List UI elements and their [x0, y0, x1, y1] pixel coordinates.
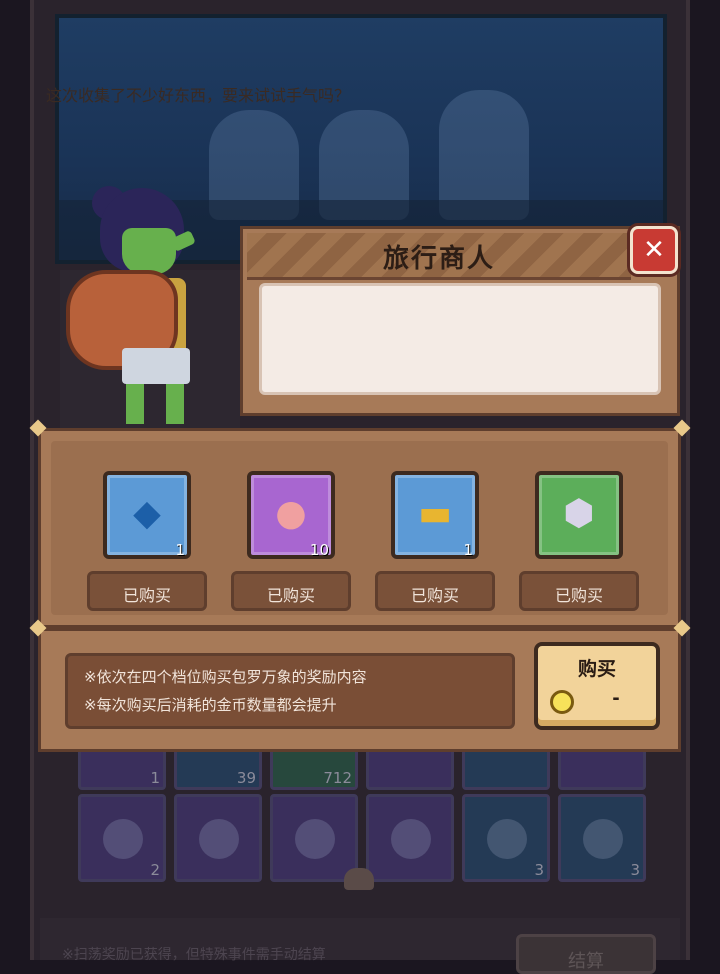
- bought-button[interactable]: 已购买: [375, 571, 495, 611]
- buy-button[interactable]: 购买 -: [534, 642, 660, 730]
- inventory-slot: 3: [558, 794, 646, 882]
- bought-label: 已购买: [266, 586, 315, 605]
- shop-panel: ◆ 1 ● 10 ▬ 1 ⬢ 已购买 已购买 已购买 已购买: [38, 428, 681, 628]
- info-line-1: ※依次在四个档位购买包罗万象的奖励内容: [84, 668, 367, 686]
- ring-icon: [295, 819, 335, 859]
- inventory-slot: [366, 752, 454, 790]
- shop-panel-inner: ◆ 1 ● 10 ▬ 1 ⬢ 已购买 已购买 已购买 已购买: [51, 441, 668, 615]
- buy-price: -: [612, 688, 620, 709]
- slot-count: 712: [323, 769, 352, 787]
- bow-icon: [487, 819, 527, 859]
- info-line-2: ※每次购买后消耗的金币数量都会提升: [84, 696, 337, 714]
- settle-button[interactable]: 结算: [516, 934, 656, 974]
- inventory-slot: 1: [78, 752, 166, 790]
- slot-count: 1: [150, 769, 160, 787]
- dialog-header: 旅行商人: [247, 233, 631, 280]
- traveling-merchant-portrait: [62, 186, 212, 428]
- inventory-slot: [366, 794, 454, 882]
- gold-bar-icon: ▬: [417, 493, 452, 534]
- scroll-indicator-icon: [344, 868, 374, 890]
- dialog-title: 旅行商人: [382, 244, 495, 274]
- merchant-leg: [166, 384, 184, 424]
- inventory-slot: [270, 794, 358, 882]
- settle-button-label: 结算: [568, 951, 604, 972]
- shop-item-gold[interactable]: ▬ 1: [391, 471, 479, 559]
- merchant-dialog: 旅行商人: [240, 226, 680, 416]
- gold-coin-icon: [550, 690, 574, 714]
- slot-count: 3: [630, 861, 640, 879]
- item-count: 10: [309, 541, 329, 559]
- item-count: 1: [463, 541, 473, 559]
- inventory-row-1: 1 39 712: [70, 752, 660, 790]
- info-text-box: ※依次在四个档位购买包罗万象的奖励内容 ※每次购买后消耗的金币数量都会提升: [65, 653, 515, 729]
- bought-label: 已购买: [554, 586, 603, 605]
- sweep-notice: ※扫荡奖励已获得，但特殊事件需手动结算: [62, 947, 326, 963]
- bought-button[interactable]: 已购买: [519, 571, 639, 611]
- inventory-slot: 712: [270, 752, 358, 790]
- close-x-icon: ✕: [643, 235, 665, 265]
- dialog-message: 这次收集了不少好东西，要来试试手气吗？: [46, 86, 351, 105]
- buy-button-label: 购买: [577, 658, 616, 680]
- bought-button[interactable]: 已购买: [231, 571, 351, 611]
- shop-item-meat[interactable]: ● 10: [247, 471, 335, 559]
- dialog-body: [259, 283, 661, 395]
- slot-count: 2: [150, 861, 160, 879]
- inventory-slot: 2: [78, 794, 166, 882]
- slot-count: 3: [534, 861, 544, 879]
- inventory-slot: [558, 752, 646, 790]
- shop-item-badge[interactable]: ⬢: [535, 471, 623, 559]
- item-count: 1: [175, 541, 185, 559]
- merchant-leg: [126, 384, 144, 424]
- close-button[interactable]: ✕: [630, 226, 678, 274]
- wand-icon: [583, 819, 623, 859]
- bought-button[interactable]: 已购买: [87, 571, 207, 611]
- hammer-icon: [103, 819, 143, 859]
- bought-label: 已购买: [122, 586, 171, 605]
- shop-item-crystal[interactable]: ◆ 1: [103, 471, 191, 559]
- blue-crystal-icon: ◆: [133, 493, 161, 534]
- slot-count: 39: [236, 769, 256, 787]
- shield-badge-icon: ⬢: [563, 493, 595, 534]
- bought-label: 已购买: [410, 586, 459, 605]
- merchant-shorts: [122, 348, 190, 384]
- raw-meat-icon: ●: [275, 493, 307, 534]
- inventory-slot: [174, 794, 262, 882]
- merchant-face: [122, 228, 176, 274]
- orb-icon: [391, 819, 431, 859]
- inventory-slot: [462, 752, 550, 790]
- monster-icon: [199, 819, 239, 859]
- inventory-slot: 39: [174, 752, 262, 790]
- inventory-slot: 3: [462, 794, 550, 882]
